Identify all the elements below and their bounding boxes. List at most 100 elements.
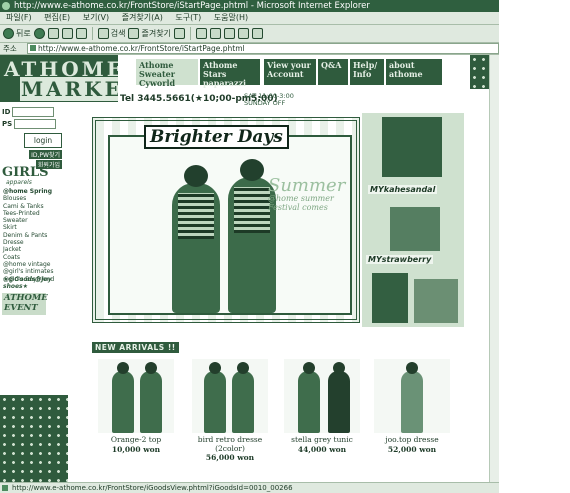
product-name[interactable]: stella grey tunic — [284, 435, 360, 445]
category-link[interactable]: @girl's intimates — [3, 268, 67, 275]
summer-text: Summer @home summer Festival comes — [268, 175, 350, 213]
category-link[interactable]: Sweater — [3, 217, 67, 224]
back-label: 뒤로 — [16, 29, 31, 38]
window-title: http://www.e-athome.co.kr/FrontStore/iSt… — [14, 1, 370, 11]
main-banner[interactable]: Summer @home summer Festival comes Brigh… — [92, 113, 464, 327]
product-image[interactable] — [192, 359, 268, 433]
status-bar: http://www.e-athome.co.kr/FrontStore/iGo… — [0, 482, 499, 493]
product-image[interactable] — [98, 359, 174, 433]
category-link[interactable]: Dresse — [3, 239, 67, 246]
search-label: 검색 — [110, 29, 126, 38]
logo-line-2-text: MARKET — [20, 77, 118, 101]
discuss-icon[interactable] — [237, 28, 249, 39]
category-link[interactable]: Skirt — [3, 224, 67, 231]
account-link[interactable]: View your Account — [264, 59, 316, 85]
shoes-link[interactable]: shoes★ — [3, 283, 52, 290]
home-icon[interactable] — [75, 28, 87, 39]
logo-line-2: MARKET — [20, 77, 118, 101]
extra-links: ★@Goods@Joy shoes★ — [3, 276, 52, 290]
header-nav: Athome Sweater Cyworld Athome Stars papa… — [118, 55, 499, 89]
menu-view[interactable]: 보기(V) — [83, 13, 109, 22]
category-link[interactable]: Tees-Printed — [3, 210, 67, 217]
collage-tag-2: MYstrawberry — [366, 255, 434, 264]
product-image[interactable] — [374, 359, 450, 433]
search-icon — [97, 28, 109, 39]
product-name[interactable]: joo.top dresse — [374, 435, 450, 445]
favorites-label: 즐겨찾기 — [141, 29, 171, 38]
search-button[interactable]: 검색 — [97, 28, 126, 39]
category-title: GIRLS — [2, 165, 49, 180]
mail-icon[interactable] — [195, 28, 207, 39]
product-card[interactable]: stella grey tunic 44,000 won — [284, 359, 360, 454]
event-link[interactable]: ATHOME EVENT — [2, 293, 48, 315]
refresh-icon[interactable] — [61, 28, 73, 39]
category-link[interactable]: Coats — [3, 254, 67, 261]
category-heading[interactable]: @home Spring — [3, 188, 67, 195]
product-image[interactable] — [284, 359, 360, 433]
edit-icon[interactable] — [223, 28, 235, 39]
event-line-2: EVENT — [4, 303, 38, 313]
id-input[interactable] — [12, 107, 55, 117]
vertical-scrollbar[interactable] — [489, 55, 499, 482]
menu-edit[interactable]: 편집(E) — [44, 13, 70, 22]
id-label: ID — [2, 108, 11, 116]
category-list: @home Spring Blouses Cami & Tanks Tees-P… — [3, 188, 67, 283]
product-price: 10,000 won — [111, 444, 161, 454]
back-button[interactable]: 뒤로 — [3, 28, 31, 39]
category-link[interactable]: Denim & Pants — [3, 232, 67, 239]
address-input[interactable]: http://www.e-athome.co.kr/FrontStore/iSt… — [27, 43, 499, 54]
help-link[interactable]: Help/ Info — [350, 59, 384, 85]
model-figure — [172, 165, 220, 313]
menu-tools[interactable]: 도구(T) — [175, 13, 201, 22]
login-button[interactable]: login — [24, 133, 62, 148]
left-sidebar: ID PS login ID,PW찾기 회원가입 GIRLS apparels … — [0, 55, 68, 482]
menu-help[interactable]: 도움말(H) — [214, 13, 248, 22]
menu-bar: 파일(F) 편집(E) 보기(V) 즐겨찾기(A) 도구(T) 도움말(H) — [0, 12, 499, 25]
category-link[interactable]: Jacket — [3, 246, 67, 253]
toolbar-divider — [91, 27, 93, 40]
polka-dot-decoration — [0, 395, 68, 482]
pw-label: PS — [2, 120, 13, 128]
category-link[interactable]: @home vintage — [3, 261, 67, 268]
product-name[interactable]: Orange-2 top — [98, 435, 174, 445]
sweater-cyworld-link[interactable]: Athome Sweater Cyworld — [136, 59, 198, 88]
about-link[interactable]: about athome — [386, 59, 442, 85]
athome-stars-link[interactable]: Athome Stars paparazzi — [200, 59, 260, 88]
site-logo[interactable]: ATHOME MARKET — [0, 55, 118, 102]
star-icon — [128, 28, 140, 39]
ie-logo-icon — [2, 2, 10, 10]
menu-favorites[interactable]: 즐겨찾기(A) — [122, 13, 163, 22]
stop-icon[interactable] — [47, 28, 59, 39]
favorites-button[interactable]: 즐겨찾기 — [128, 28, 171, 39]
product-price: 52,000 won — [387, 444, 437, 454]
sandal-photo — [382, 117, 442, 177]
category-link[interactable]: Cami & Tanks — [3, 203, 67, 210]
back-arrow-icon — [3, 28, 14, 39]
product-card[interactable]: Orange-2 top 10,000 won — [98, 359, 174, 454]
category-subtitle: apparels — [6, 179, 32, 186]
find-id-pw-link[interactable]: ID,PW찾기 — [29, 150, 62, 159]
category-link[interactable]: Blouses — [3, 195, 67, 202]
print-icon[interactable] — [209, 28, 221, 39]
forward-arrow-icon[interactable] — [33, 28, 45, 39]
qa-link[interactable]: Q&A — [318, 59, 348, 85]
messenger-icon[interactable] — [251, 28, 263, 39]
event-line-1: ATHOME — [4, 293, 48, 303]
goods-joy-link[interactable]: ★@Goods@Joy — [3, 276, 52, 283]
photo-collage: MYkahesandal MYstrawberry — [362, 113, 464, 327]
shoe-photo — [372, 273, 408, 323]
menu-file[interactable]: 파일(F) — [6, 13, 32, 22]
product-price: 44,000 won — [297, 444, 347, 454]
product-name[interactable]: bird retro dresse (2color) — [192, 435, 268, 453]
product-list: Orange-2 top 10,000 won bird retro dress… — [92, 359, 452, 479]
web-page: ID PS login ID,PW찾기 회원가입 GIRLS apparels … — [0, 55, 499, 482]
password-input[interactable] — [14, 119, 57, 129]
login-form: ID PS login ID,PW찾기 회원가입 — [2, 107, 66, 169]
title-bar: http://www.e-athome.co.kr/FrontStore/iSt… — [0, 0, 499, 12]
bag-photo — [414, 279, 458, 323]
summer-title: Summer — [268, 175, 346, 196]
product-card[interactable]: bird retro dresse (2color) 56,000 won — [192, 359, 268, 462]
product-card[interactable]: joo.top dresse 52,000 won — [374, 359, 450, 454]
history-icon[interactable] — [173, 28, 185, 39]
toolbar-divider — [189, 27, 191, 40]
